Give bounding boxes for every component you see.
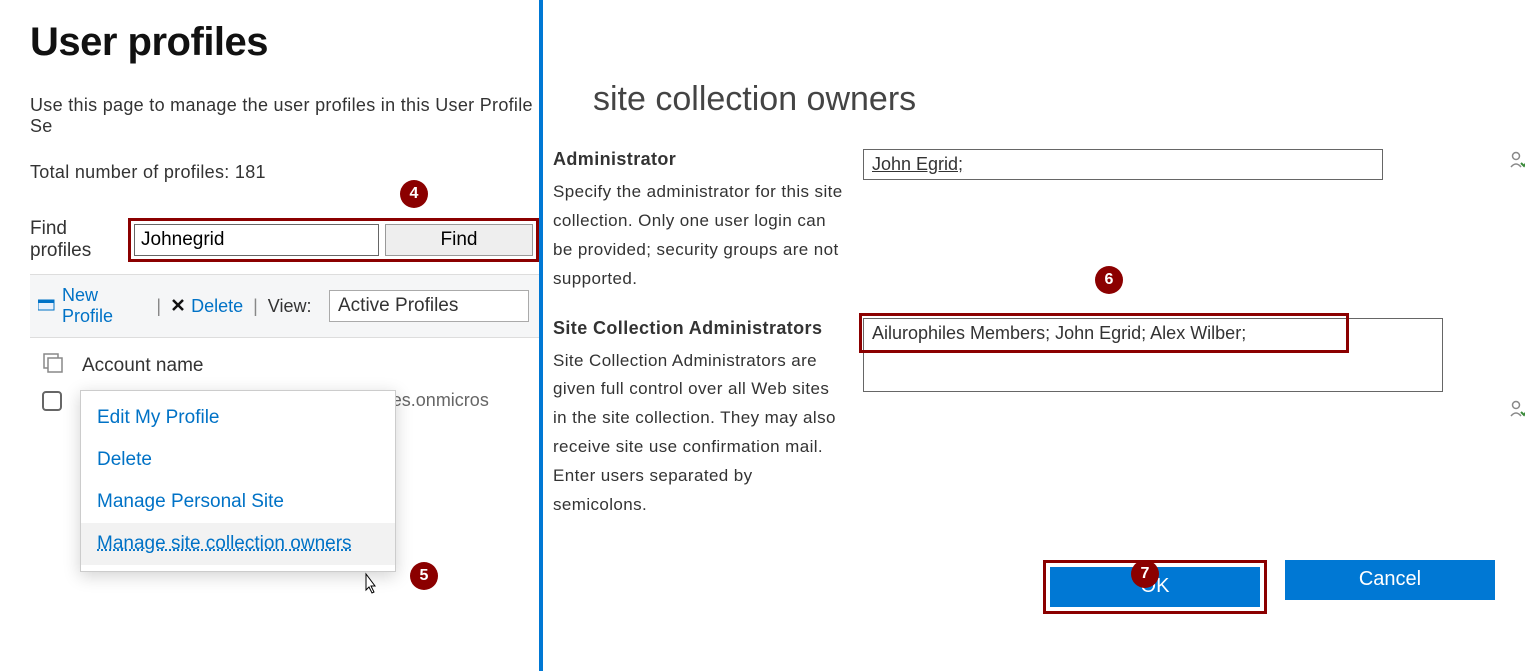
- sca-row: Site Collection Administrators Site Coll…: [553, 318, 1495, 520]
- find-profiles-input[interactable]: [134, 224, 379, 256]
- callout-4: 4: [400, 180, 428, 208]
- sca-label: Site Collection Administrators: [553, 318, 843, 339]
- callout-5: 5: [410, 562, 438, 590]
- row-checkbox[interactable]: [42, 391, 62, 411]
- profiles-toolbar: New Profile | Delete | View: Active Prof…: [30, 274, 539, 338]
- administrator-input[interactable]: John Egrid;: [863, 149, 1383, 180]
- menu-manage-site-collection-owners[interactable]: Manage site collection owners: [81, 523, 395, 565]
- find-profiles-row: Find profiles Find: [30, 218, 539, 262]
- administrator-help: Specify the administrator for this site …: [553, 178, 843, 294]
- administrator-row: Administrator Specify the administrator …: [553, 149, 1495, 294]
- callout-7: 7: [1131, 560, 1159, 588]
- menu-edit-profile[interactable]: Edit My Profile: [81, 397, 395, 439]
- new-profile-icon: [38, 296, 56, 317]
- administrator-label: Administrator: [553, 149, 843, 170]
- dialog-buttons: OK Cancel: [1043, 560, 1495, 614]
- person-chip: Alex Wilber: [1150, 323, 1241, 343]
- view-label: View:: [268, 296, 312, 317]
- find-highlight-box: Find: [128, 218, 539, 262]
- profile-context-menu: Edit My Profile Delete Manage Personal S…: [80, 390, 396, 572]
- cancel-button[interactable]: Cancel: [1285, 560, 1495, 600]
- view-select[interactable]: Active Profiles: [329, 290, 529, 322]
- separator: |: [253, 296, 258, 317]
- select-all-icon[interactable]: [42, 352, 64, 380]
- total-profiles: Total number of profiles: 181: [30, 162, 539, 183]
- grid-header: Account name: [30, 338, 539, 386]
- new-profile-link[interactable]: New Profile: [62, 285, 146, 327]
- check-names-icon[interactable]: [1509, 151, 1525, 174]
- user-profiles-panel: User profiles Use this page to manage th…: [0, 0, 543, 671]
- menu-delete[interactable]: Delete: [81, 439, 395, 481]
- page-title: User profiles: [30, 20, 539, 65]
- person-chip: John Egrid: [1055, 323, 1141, 343]
- dialog-title: site collection owners: [593, 80, 1495, 119]
- check-names-icon[interactable]: [1509, 400, 1525, 423]
- find-label: Find profiles: [30, 218, 118, 262]
- person-chip: John Egrid;: [872, 154, 963, 174]
- delete-icon: [171, 296, 185, 317]
- sca-help: Site Collection Administrators are given…: [553, 347, 843, 520]
- find-button[interactable]: Find: [385, 224, 533, 256]
- cursor-icon: [360, 572, 380, 601]
- delete-link[interactable]: Delete: [191, 296, 243, 317]
- separator: |: [156, 296, 161, 317]
- callout-6: 6: [1095, 266, 1123, 294]
- menu-manage-personal-site[interactable]: Manage Personal Site: [81, 481, 395, 523]
- page-description: Use this page to manage the user profile…: [30, 95, 539, 137]
- site-collection-owners-dialog: site collection owners Administrator Spe…: [543, 0, 1525, 671]
- person-chip: Ailurophiles Members: [872, 323, 1045, 343]
- sca-input[interactable]: Ailurophiles Members; John Egrid; Alex W…: [863, 318, 1443, 392]
- column-account-name[interactable]: Account name: [82, 355, 203, 377]
